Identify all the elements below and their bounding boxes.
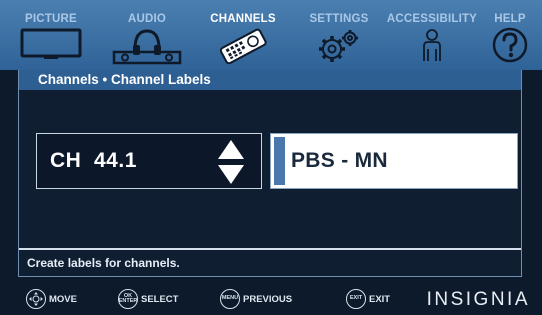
menu-label: ACCESSIBILITY [386, 13, 478, 25]
channel-selector[interactable]: CH 44.1 [36, 133, 262, 189]
ok-enter-button-icon: OK ENTER [118, 289, 138, 309]
menu-button-icon: MENU [220, 289, 240, 309]
gears-icon [312, 27, 366, 65]
menu-item-accessibility[interactable]: ACCESSIBILITY [382, 0, 482, 70]
channel-number: CH 44.1 [50, 149, 137, 172]
menu-item-audio[interactable]: AUDIO [104, 0, 190, 70]
breadcrumb: Channels • Channel Labels [19, 70, 521, 90]
top-menu-bar: PICTURE AUDIO CHANNELS SETTINGS ACCESSIB… [0, 0, 542, 70]
help-label: PREVIOUS [243, 293, 293, 305]
menu-label: HELP [494, 13, 526, 25]
help-move: MOVE [26, 289, 77, 309]
help-label: EXIT [369, 293, 391, 305]
help-exit: EXIT EXIT [346, 289, 390, 309]
dpad-icon [26, 289, 46, 309]
divider [19, 248, 521, 250]
tv-icon [20, 27, 82, 61]
channel-label-value: PBS - MN [291, 149, 388, 172]
menu-label: CHANNELS [210, 13, 276, 25]
exit-button-icon: EXIT [346, 289, 366, 309]
hint-text: Create labels for channels. [27, 256, 180, 270]
menu-label: PICTURE [25, 13, 77, 25]
headphones-icon [111, 27, 183, 65]
brand-logo: INSIGNIA [426, 289, 530, 310]
help-label: MOVE [49, 293, 77, 305]
remote-control-icon [216, 27, 270, 65]
menu-item-picture[interactable]: PICTURE [8, 0, 94, 70]
text-cursor [274, 137, 285, 185]
help-label: SELECT [141, 293, 179, 305]
menu-item-help[interactable]: HELP [484, 0, 536, 70]
channel-label-input[interactable]: PBS - MN [270, 133, 518, 189]
help-select: OK ENTER SELECT [118, 289, 178, 309]
question-mark-icon [492, 27, 528, 63]
menu-label: SETTINGS [309, 13, 369, 25]
menu-item-channels[interactable]: CHANNELS [200, 0, 286, 70]
person-icon [417, 27, 447, 65]
menu-item-settings[interactable]: SETTINGS [296, 0, 382, 70]
help-bar: MOVE OK ENTER SELECT MENU PREVIOUS EXIT … [0, 283, 542, 315]
menu-label: AUDIO [127, 13, 167, 25]
channel-labels-panel: Channels • Channel Labels CH 44.1 PBS - … [18, 70, 522, 277]
help-previous: MENU PREVIOUS [220, 289, 292, 309]
up-down-arrows-icon[interactable] [217, 139, 245, 185]
